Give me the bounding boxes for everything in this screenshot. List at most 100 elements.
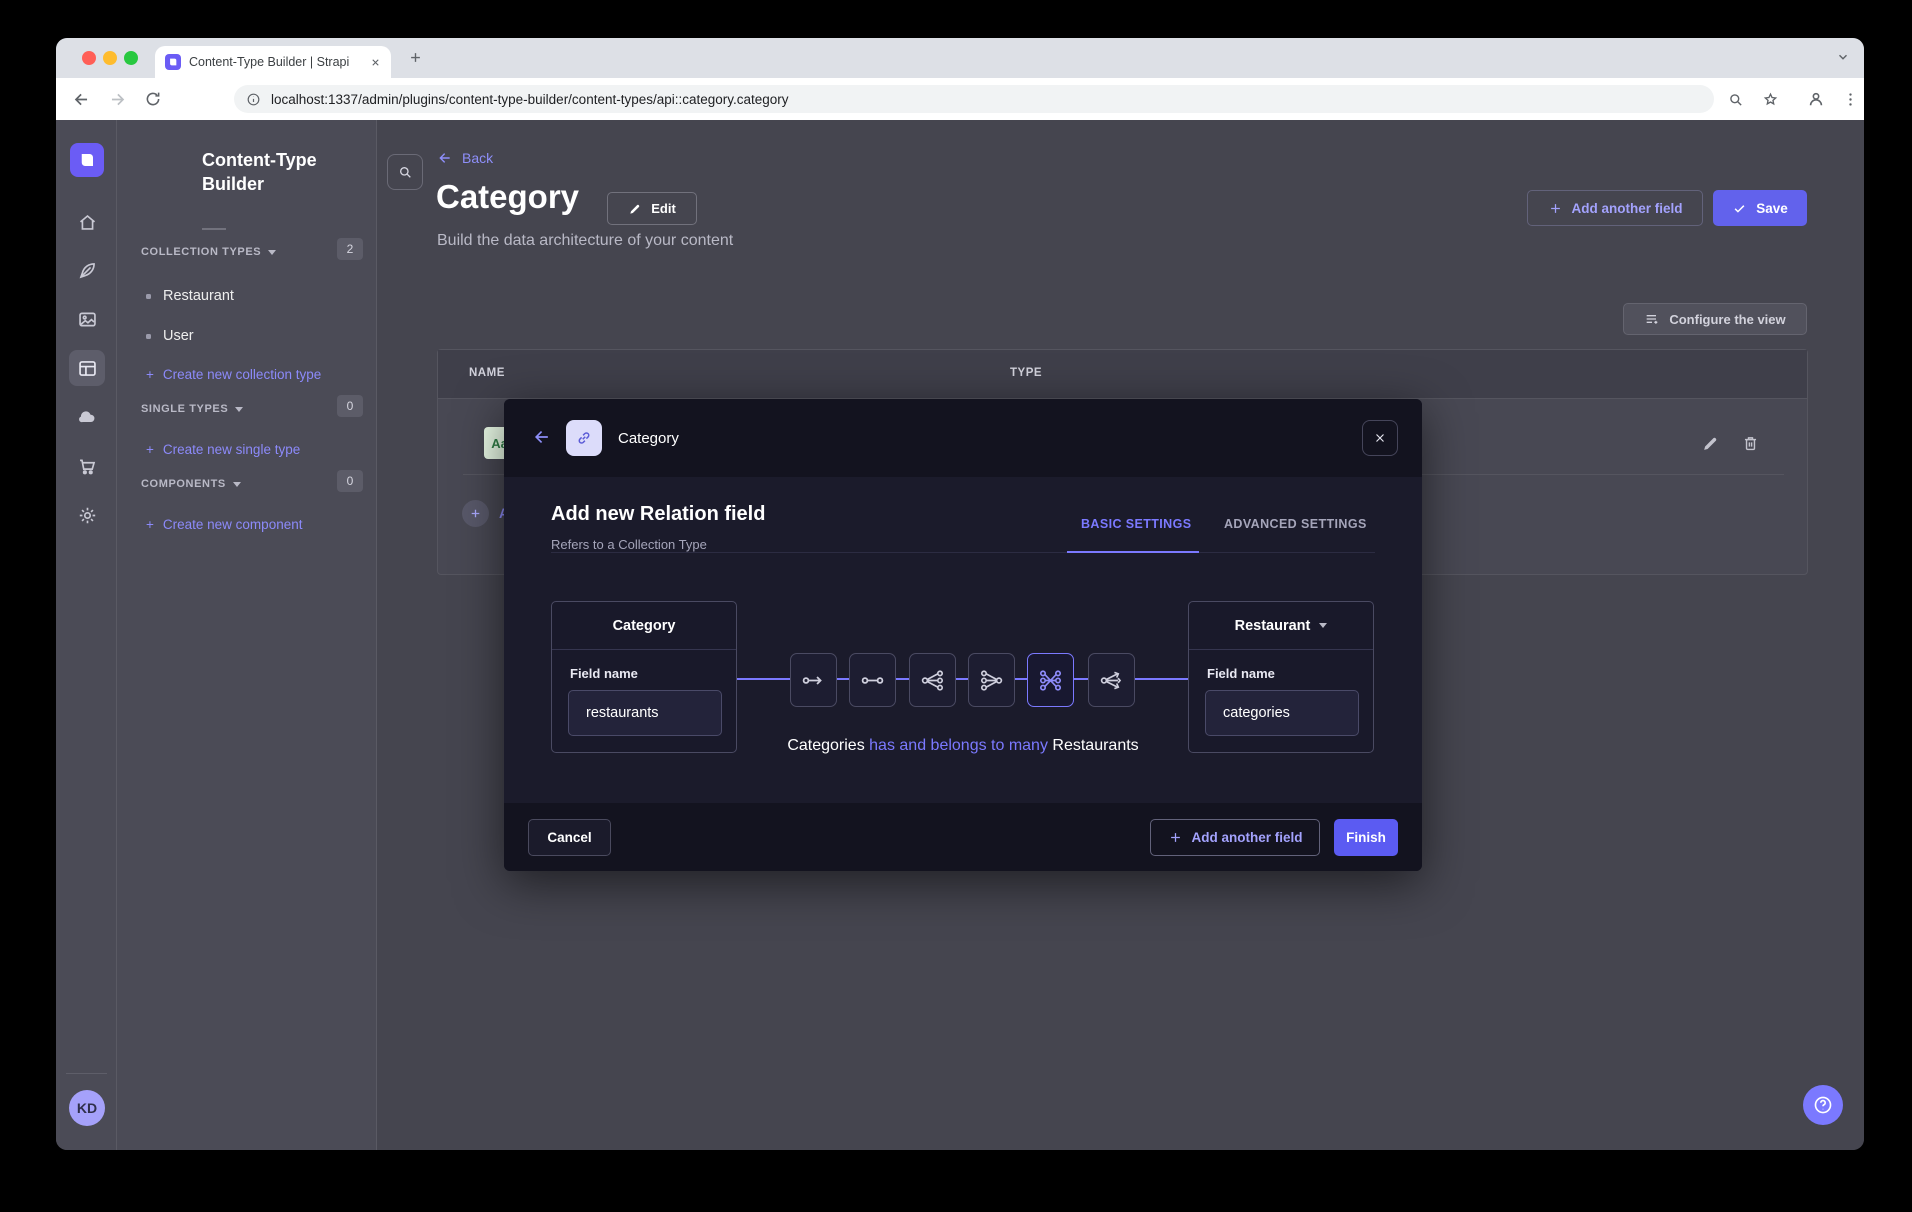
create-collection-type-link[interactable]: + Create new collection type (146, 367, 321, 382)
plus-icon: + (146, 442, 154, 457)
strapi-admin-app: KD Content-Type Builder COLLECTION TYPES… (56, 120, 1864, 1150)
browser-urlbar: localhost:1337/admin/plugins/content-typ… (56, 78, 1864, 120)
media-library-icon[interactable] (69, 301, 105, 337)
modal-body: Add new Relation field Refers to a Colle… (504, 477, 1422, 803)
settings-gear-icon[interactable] (69, 497, 105, 533)
finish-button[interactable]: Finish (1334, 819, 1398, 856)
plus-icon: + (146, 367, 154, 382)
section-collection-types[interactable]: COLLECTION TYPES (141, 246, 276, 258)
target-collection-select[interactable]: Restaurant (1189, 602, 1373, 650)
add-field-label: Add another field (1572, 201, 1683, 216)
marketplace-cart-icon[interactable] (69, 448, 105, 484)
page-subtitle: Build the data architecture of your cont… (437, 232, 733, 250)
browser-tab[interactable]: Content-Type Builder | Strapi (155, 46, 391, 78)
browser-forward-icon[interactable] (108, 90, 127, 109)
help-button[interactable] (1803, 1085, 1843, 1125)
page-title: Category (436, 178, 579, 216)
close-icon (1373, 431, 1387, 445)
configure-list-icon (1644, 311, 1660, 327)
back-label: Back (462, 150, 493, 166)
add-field-plus-icon[interactable] (462, 500, 489, 527)
delete-field-icon[interactable] (1741, 434, 1760, 453)
modal-header: Category (504, 399, 1422, 477)
modal-add-field-label: Add another field (1192, 830, 1303, 845)
browser-back-icon[interactable] (72, 90, 91, 109)
modal-close-button[interactable] (1362, 420, 1398, 456)
sentence-relation: has and belongs to many (869, 737, 1048, 754)
search-button[interactable] (387, 154, 423, 190)
source-field-name-input[interactable] (568, 690, 722, 736)
section-components[interactable]: COMPONENTS (141, 478, 241, 490)
chevron-down-icon (268, 250, 276, 255)
tab-basic-settings[interactable]: BASIC SETTINGS (1081, 517, 1191, 531)
ctb-sidebar: Content-Type Builder (117, 120, 377, 1150)
address-bar[interactable]: localhost:1337/admin/plugins/content-typ… (234, 85, 1714, 113)
chevron-down-icon (233, 482, 241, 487)
section-single-types[interactable]: SINGLE TYPES (141, 403, 243, 415)
tab-search-chevron-icon[interactable] (1836, 50, 1850, 64)
tab-advanced-settings[interactable]: ADVANCED SETTINGS (1224, 517, 1367, 531)
zoom-page-icon[interactable] (1727, 91, 1744, 108)
edit-button[interactable]: Edit (607, 192, 697, 225)
relation-one-way-button[interactable] (790, 653, 837, 707)
user-avatar[interactable]: KD (69, 1090, 105, 1126)
column-type: TYPE (1010, 367, 1042, 379)
save-label: Save (1756, 201, 1788, 216)
chevron-down-icon (235, 407, 243, 412)
relation-one-to-many-button[interactable] (909, 653, 956, 707)
relation-one-to-one-button[interactable] (849, 653, 896, 707)
mac-zoom-button[interactable] (124, 51, 138, 65)
browser-reload-icon[interactable] (144, 90, 162, 108)
source-title-label: Category (613, 618, 676, 634)
modal-title: Add new Relation field (551, 503, 765, 526)
pencil-icon (628, 202, 642, 216)
add-another-field-button[interactable]: Add another field (1527, 190, 1703, 226)
mac-minimize-button[interactable] (103, 51, 117, 65)
browser-menu-icon[interactable] (1842, 91, 1859, 108)
check-icon (1732, 201, 1747, 216)
cancel-button[interactable]: Cancel (528, 819, 611, 856)
modal-header-title: Category (618, 430, 679, 447)
site-info-icon[interactable] (246, 92, 261, 107)
tab-title: Content-Type Builder | Strapi (189, 55, 362, 69)
sidebar-item-user[interactable]: User (146, 328, 194, 344)
relation-field-modal: Category Add new Relation field Refers t… (504, 399, 1422, 871)
modal-footer: Cancel Add another field Finish (504, 803, 1422, 871)
target-title-label: Restaurant (1235, 618, 1311, 634)
edit-label: Edit (651, 201, 676, 216)
relation-many-to-one-button[interactable] (968, 653, 1015, 707)
relation-many-way-button[interactable] (1088, 653, 1135, 707)
source-field-label: Field name (570, 666, 638, 681)
relation-many-to-many-button[interactable] (1027, 653, 1074, 707)
url-text: localhost:1337/admin/plugins/content-typ… (271, 92, 789, 107)
home-icon[interactable] (69, 204, 105, 240)
column-name: NAME (469, 367, 505, 379)
modal-add-another-field-button[interactable]: Add another field (1150, 819, 1320, 856)
create-component-link[interactable]: + Create new component (146, 517, 302, 532)
strapi-logo[interactable] (70, 143, 104, 177)
content-type-builder-icon[interactable] (69, 350, 105, 386)
components-count-badge: 0 (337, 470, 363, 492)
cloud-icon[interactable] (69, 399, 105, 435)
tab-close-icon[interactable] (370, 57, 381, 68)
profile-icon[interactable] (1806, 89, 1826, 109)
sidebar-item-restaurant[interactable]: Restaurant (146, 288, 234, 304)
mac-close-button[interactable] (82, 51, 96, 65)
save-button[interactable]: Save (1713, 190, 1807, 226)
plus-icon: + (146, 517, 154, 532)
back-link[interactable]: Back (437, 150, 493, 166)
new-tab-button[interactable] (408, 50, 423, 65)
sidebar-item-label: Restaurant (163, 288, 234, 304)
create-single-type-link[interactable]: + Create new single type (146, 442, 300, 457)
bookmark-star-icon[interactable] (1762, 91, 1779, 108)
relation-link-icon (566, 420, 602, 456)
configure-view-button[interactable]: Configure the view (1623, 303, 1807, 335)
target-field-name-input[interactable] (1205, 690, 1359, 736)
strapi-favicon (165, 54, 181, 70)
source-card: Category Field name (551, 601, 737, 753)
content-manager-icon[interactable] (69, 252, 105, 288)
modal-back-icon[interactable] (532, 427, 552, 447)
edit-field-icon[interactable] (1701, 434, 1720, 453)
question-mark-icon (1812, 1094, 1834, 1116)
create-link-label: Create new component (163, 517, 303, 532)
